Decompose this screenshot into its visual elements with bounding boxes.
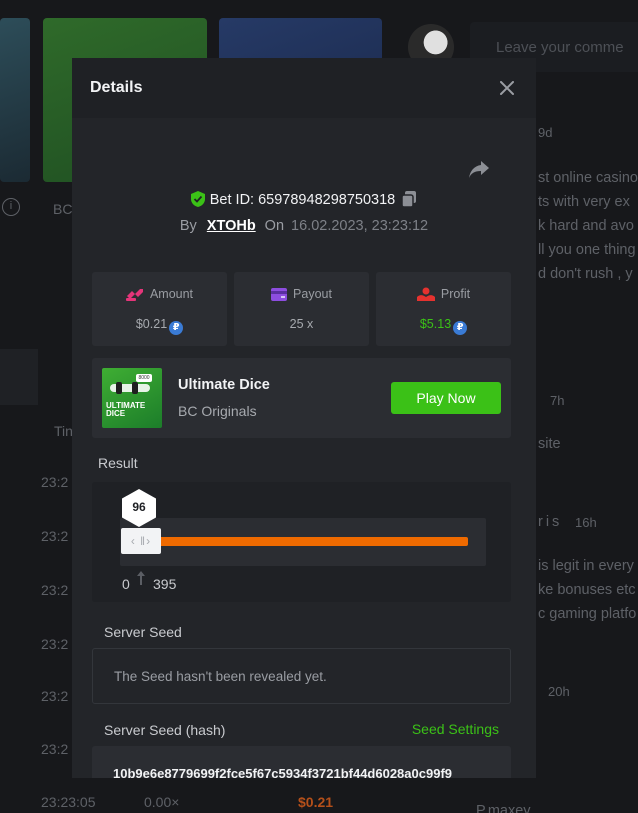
bet-id-row: Bet ID: 65978948298750318 xyxy=(72,191,536,211)
comment-text: site xyxy=(538,436,561,452)
arrow-up-icon xyxy=(136,570,146,591)
payout-icon xyxy=(271,288,288,301)
slider-fill xyxy=(132,537,468,546)
table-row-time: 23:2 xyxy=(41,636,69,652)
comment-time: 9d xyxy=(538,125,553,140)
thumb-title: ULTIMATE DICE xyxy=(106,402,145,418)
seed-settings-link[interactable]: Seed Settings xyxy=(412,721,499,737)
comment-time: 20h xyxy=(548,684,570,699)
coin-icon: ₽ xyxy=(453,321,468,335)
bet-stats: Amount $0.21 ₽ Payout 25 x Profit $5.13 … xyxy=(92,272,511,346)
comment-placeholder: Leave your comme xyxy=(496,39,624,56)
amount-icon xyxy=(125,289,143,301)
thumb-knob xyxy=(116,382,122,394)
server-seed-value: The Seed hasn't been revealed yet. xyxy=(114,669,327,684)
profit-icon xyxy=(416,287,435,301)
thumb-title-line: DICE xyxy=(106,409,126,418)
stat-payout: Payout 25 x xyxy=(234,272,369,346)
table-row-time: 23:2 xyxy=(41,741,69,757)
username-link[interactable]: XTOHb xyxy=(207,218,256,234)
comment-text: is legit in every xyxy=(538,558,634,574)
comment-time: 7h xyxy=(550,393,565,408)
stat-label: Payout xyxy=(293,287,332,301)
stat-label: Profit xyxy=(440,287,471,301)
table-header: Tin xyxy=(54,423,73,439)
stat-value: $0.21 xyxy=(135,317,168,331)
comment-text: ll you one thing xyxy=(538,242,636,258)
table-row-time: 23:2 xyxy=(41,474,69,490)
stat-value: 25 x xyxy=(289,317,314,331)
comment-text: ke bonuses etc xyxy=(538,582,636,598)
comment-text: k hard and avo xyxy=(538,218,634,234)
stat-amount: Amount $0.21 ₽ xyxy=(92,272,227,346)
bet-author-row: By XTOHb On 16.02.2023, 23:23:12 xyxy=(72,218,536,234)
bet-datetime: 16.02.2023, 23:23:12 xyxy=(291,218,429,234)
comment-text: d don't rush , y xyxy=(538,266,633,282)
thumb-badge: 8000 xyxy=(136,374,152,382)
copy-button[interactable] xyxy=(401,191,417,211)
share-icon xyxy=(469,161,489,178)
game-thumbnail[interactable]: 8000 ULTIMATE DICE xyxy=(102,368,162,428)
comment-text: c gaming platfo xyxy=(538,606,637,622)
table-row-time: 23:23:05 xyxy=(41,794,96,810)
sidebar-letters: BC xyxy=(53,201,73,217)
slider-handle[interactable]: ‹ ǁ› xyxy=(121,528,161,554)
game-provider: BC Originals xyxy=(178,403,257,419)
stat-profit: Profit $5.13 ₽ xyxy=(376,272,511,346)
info-icon[interactable]: i xyxy=(2,198,20,216)
server-seed-field: The Seed hasn't been revealed yet. xyxy=(92,648,511,704)
table-row-amount: $0.21 xyxy=(298,794,334,810)
comment-author: P.maxey xyxy=(476,803,531,813)
server-seed-hash-label: Server Seed (hash) xyxy=(104,722,226,738)
bet-id: Bet ID: 65978948298750318 xyxy=(209,192,396,208)
game-name: Ultimate Dice xyxy=(178,377,270,393)
result-value: 96 xyxy=(132,500,146,514)
server-seed-hash-field[interactable]: 10b9e6e8779699f2fce5f67c5934f3721bf44d60… xyxy=(92,746,511,778)
comment-time: 16h xyxy=(575,515,597,530)
close-icon xyxy=(500,81,514,95)
game-tile[interactable] xyxy=(0,18,30,182)
table-row-multiplier: 0.00× xyxy=(144,794,180,810)
stat-label: Amount xyxy=(149,287,194,301)
modal-header: Details xyxy=(72,58,536,118)
table-header-band xyxy=(0,349,38,405)
copy-icon xyxy=(401,191,417,208)
result-panel: ‹ ǁ› 96 0 395 xyxy=(92,482,511,602)
stat-value: $5.13 xyxy=(419,317,452,331)
table-row-time: 23:2 xyxy=(41,582,69,598)
verified-shield-icon xyxy=(190,191,205,211)
server-seed-hash-value: 10b9e6e8779699f2fce5f67c5934f3721bf44d60… xyxy=(113,766,452,778)
share-button[interactable] xyxy=(468,160,490,180)
comment-text: st online casino xyxy=(538,170,638,186)
bet-details-modal: Details Bet ID: 65978948298750318 By XTOH… xyxy=(72,58,536,778)
server-seed-label: Server Seed xyxy=(104,624,182,640)
range-max: 395 xyxy=(153,576,177,592)
table-row-time: 23:2 xyxy=(41,688,69,704)
on-label: On xyxy=(264,218,285,234)
comment-author: ris xyxy=(538,514,563,530)
play-now-button[interactable]: Play Now xyxy=(391,382,501,414)
comment-text: ts with very ex xyxy=(538,194,630,210)
game-card: 8000 ULTIMATE DICE Ultimate Dice BC Orig… xyxy=(92,358,511,438)
modal-title: Details xyxy=(90,79,143,96)
range-min: 0 xyxy=(122,576,130,592)
result-value-badge: 96 xyxy=(120,488,158,528)
result-label: Result xyxy=(98,455,138,471)
coin-icon: ₽ xyxy=(169,321,184,335)
thumb-knob xyxy=(132,382,138,394)
close-button[interactable] xyxy=(496,77,518,99)
table-row-time: 23:2 xyxy=(41,528,69,544)
by-label: By xyxy=(179,218,197,234)
